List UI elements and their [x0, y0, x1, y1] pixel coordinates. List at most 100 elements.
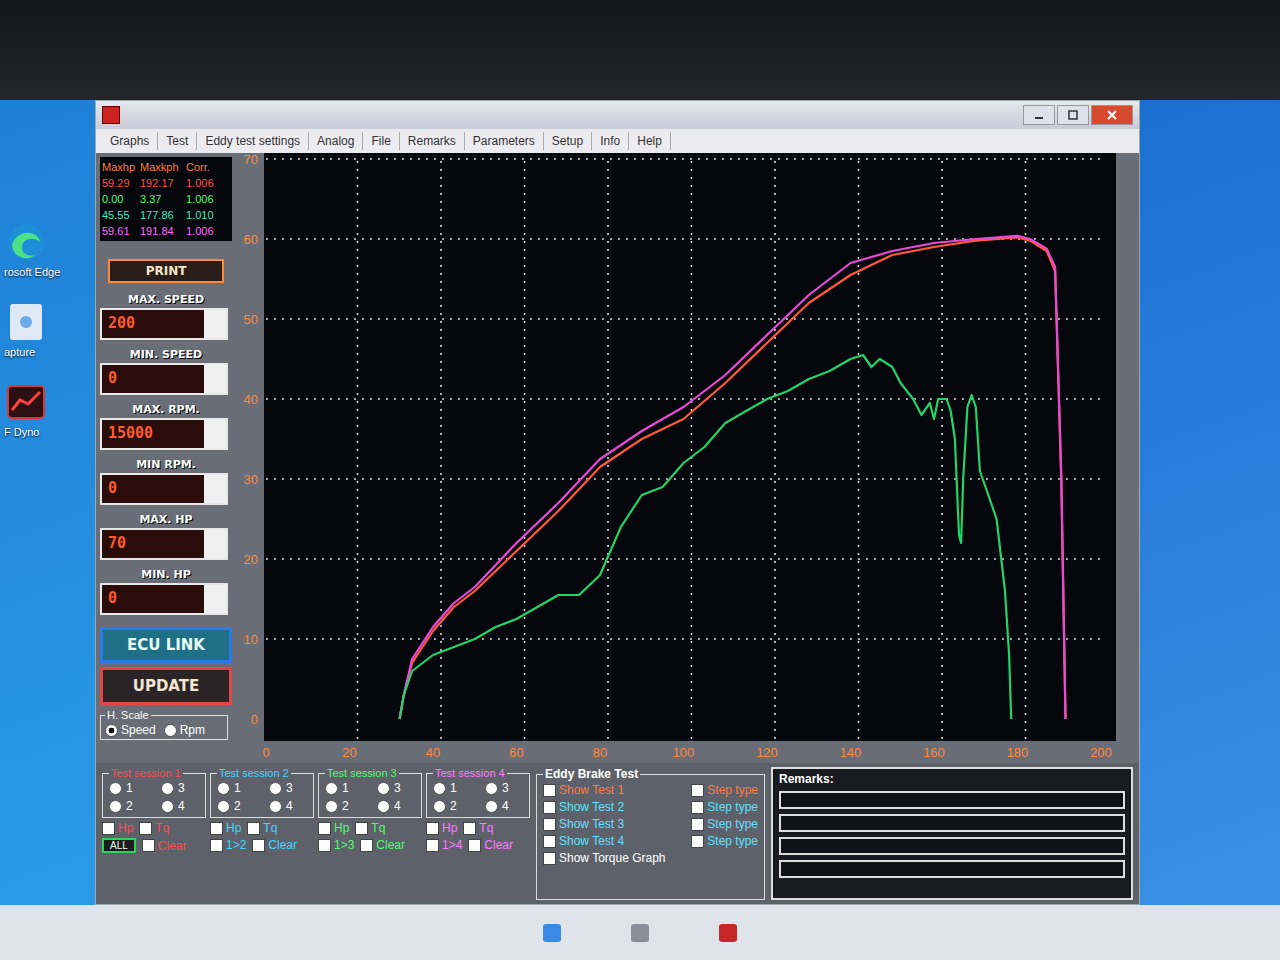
checkbox[interactable] [543, 852, 556, 865]
session-check[interactable]: Hp [318, 821, 349, 835]
session-radio[interactable]: 1 [109, 781, 147, 795]
radio-button[interactable] [325, 800, 338, 813]
field-input[interactable]: 0 [100, 363, 228, 395]
radio-button[interactable] [269, 800, 282, 813]
checkbox[interactable] [468, 839, 481, 852]
session-check[interactable]: Tq [247, 821, 277, 835]
checkbox[interactable] [210, 822, 223, 835]
session-radio[interactable]: 4 [377, 799, 415, 813]
desktop-icon[interactable]: F Dyno [4, 380, 95, 438]
radio-button[interactable] [377, 782, 390, 795]
checkbox[interactable] [543, 801, 556, 814]
taskbar-dyno-icon[interactable] [719, 924, 737, 942]
session-radio[interactable]: 1 [433, 781, 471, 795]
session-action[interactable]: Clear [468, 838, 513, 852]
show-test-check[interactable]: Show Test 1 [543, 783, 624, 797]
menu-item[interactable]: Analog [309, 132, 363, 150]
maximize-button[interactable] [1057, 105, 1089, 125]
session-radio[interactable]: 2 [433, 799, 471, 813]
checkbox[interactable] [691, 784, 704, 797]
radio-button[interactable] [105, 724, 118, 737]
menu-item[interactable]: Setup [544, 132, 592, 150]
desktop-icon[interactable]: rosoft Edge [4, 220, 95, 278]
spin-box[interactable] [204, 530, 226, 558]
remarks-line[interactable] [779, 837, 1125, 855]
session-action[interactable]: 1>4 [426, 838, 462, 852]
session-action[interactable]: Clear [142, 839, 187, 853]
checkbox[interactable] [102, 822, 115, 835]
radio-button[interactable] [433, 800, 446, 813]
radio-button[interactable] [161, 782, 174, 795]
field-input[interactable]: 200 [100, 308, 228, 340]
session-radio[interactable]: 1 [217, 781, 255, 795]
menu-item[interactable]: Graphs [102, 132, 158, 150]
step-type-check[interactable]: Step type [691, 817, 758, 831]
field-input[interactable]: 70 [100, 528, 228, 560]
menu-item[interactable]: Eddy test settings [197, 132, 309, 150]
remarks-line[interactable] [779, 791, 1125, 809]
session-radio[interactable]: 3 [377, 781, 415, 795]
show-test-check[interactable]: Show Test 4 [543, 834, 624, 848]
h-scale-option[interactable]: Speed [105, 723, 156, 737]
menu-item[interactable]: Help [629, 132, 671, 150]
show-test-check[interactable]: Show Test 2 [543, 800, 624, 814]
checkbox[interactable] [691, 835, 704, 848]
checkbox[interactable] [543, 835, 556, 848]
step-type-check[interactable]: Step type [691, 783, 758, 797]
session-check[interactable]: Tq [463, 821, 493, 835]
field-input[interactable]: 0 [100, 583, 228, 615]
menu-item[interactable]: Remarks [400, 132, 465, 150]
checkbox[interactable] [543, 818, 556, 831]
close-button[interactable] [1091, 105, 1133, 125]
radio-button[interactable] [269, 782, 282, 795]
menu-item[interactable]: File [363, 132, 399, 150]
spin-box[interactable] [204, 585, 226, 613]
checkbox[interactable] [318, 839, 331, 852]
radio-button[interactable] [109, 782, 122, 795]
menu-item[interactable]: Info [592, 132, 629, 150]
checkbox[interactable] [691, 801, 704, 814]
ecu-link-button[interactable]: ECU LINK [100, 627, 232, 663]
show-test-check[interactable]: Show Test 3 [543, 817, 624, 831]
session-check[interactable]: Hp [102, 821, 133, 835]
session-action[interactable]: Clear [360, 838, 405, 852]
checkbox[interactable] [247, 822, 260, 835]
radio-button[interactable] [433, 782, 446, 795]
taskbar-app-icon[interactable] [631, 924, 649, 942]
session-action[interactable]: 1>3 [318, 838, 354, 852]
session-action[interactable]: Clear [252, 838, 297, 852]
spin-box[interactable] [204, 310, 226, 338]
remarks-line[interactable] [779, 814, 1125, 832]
menu-item[interactable]: Test [158, 132, 197, 150]
desktop-icon[interactable]: apture [4, 300, 95, 358]
checkbox[interactable] [691, 818, 704, 831]
session-radio[interactable]: 3 [161, 781, 199, 795]
step-type-check[interactable]: Step type [691, 800, 758, 814]
radio-button[interactable] [485, 782, 498, 795]
checkbox[interactable] [210, 839, 223, 852]
radio-button[interactable] [485, 800, 498, 813]
radio-button[interactable] [377, 800, 390, 813]
checkbox[interactable] [142, 839, 155, 852]
step-type-check[interactable]: Step type [691, 834, 758, 848]
checkbox[interactable] [252, 839, 265, 852]
session-radio[interactable]: 2 [325, 799, 363, 813]
radio-button[interactable] [217, 782, 230, 795]
session-radio[interactable]: 4 [161, 799, 199, 813]
radio-button[interactable] [164, 724, 177, 737]
torque-graph-check[interactable]: Show Torque Graph [543, 851, 758, 865]
session-radio[interactable]: 2 [217, 799, 255, 813]
taskbar-app-icon[interactable] [543, 924, 561, 942]
update-button[interactable]: UPDATE [100, 667, 232, 705]
session-check[interactable]: Hp [426, 821, 457, 835]
h-scale-option[interactable]: Rpm [164, 723, 205, 737]
checkbox[interactable] [426, 822, 439, 835]
remarks-line[interactable] [779, 860, 1125, 878]
session-radio[interactable]: 2 [109, 799, 147, 813]
field-input[interactable]: 0 [100, 473, 228, 505]
session-radio[interactable]: 4 [269, 799, 307, 813]
radio-button[interactable] [109, 800, 122, 813]
radio-button[interactable] [161, 800, 174, 813]
print-button[interactable]: PRINT [108, 259, 224, 283]
session-radio[interactable]: 3 [269, 781, 307, 795]
